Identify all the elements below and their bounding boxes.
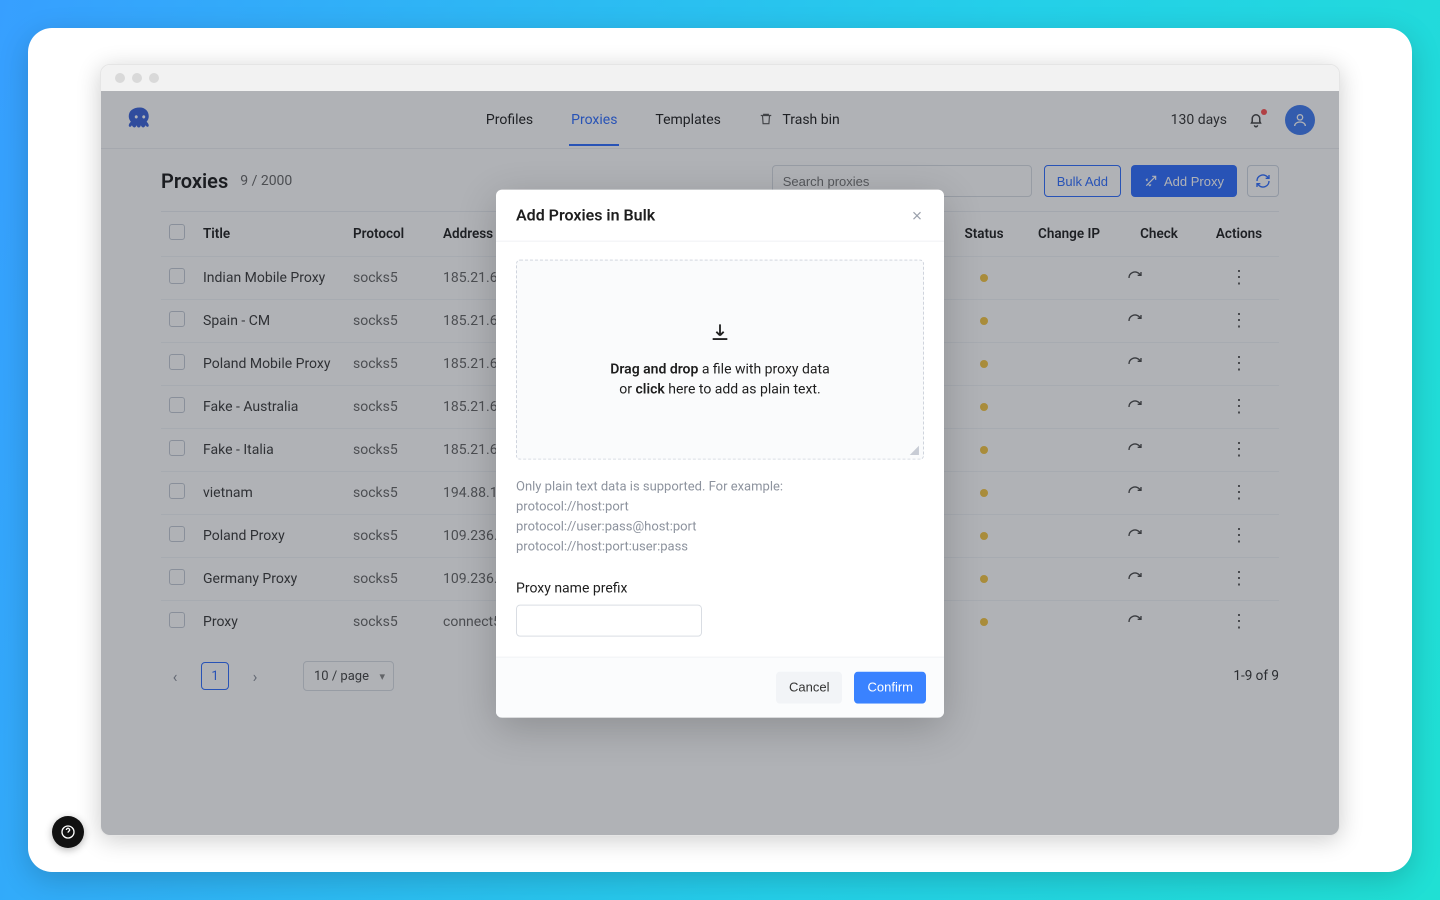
traffic-light-close[interactable]: [115, 73, 125, 83]
app-root: Profiles Proxies Templates Trash bin 130…: [101, 91, 1339, 836]
cancel-button[interactable]: Cancel: [776, 671, 842, 703]
app-window: Profiles Proxies Templates Trash bin 130…: [100, 64, 1340, 836]
confirm-button[interactable]: Confirm: [854, 671, 926, 703]
traffic-light-min[interactable]: [132, 73, 142, 83]
modal-close-button[interactable]: [910, 208, 924, 222]
prefix-label: Proxy name prefix: [516, 580, 924, 596]
dropzone[interactable]: Drag and drop a file with proxy data or …: [516, 260, 924, 460]
window-titlebar: [101, 65, 1339, 91]
prefix-input[interactable]: [516, 604, 702, 636]
device-frame: Profiles Proxies Templates Trash bin 130…: [28, 28, 1412, 872]
download-icon: [709, 322, 731, 344]
modal-body: Drag and drop a file with proxy data or …: [496, 242, 944, 657]
help-text: Only plain text data is supported. For e…: [516, 478, 924, 559]
traffic-light-max[interactable]: [149, 73, 159, 83]
dropzone-line2: or click here to add as plain text.: [619, 382, 820, 398]
bulk-add-modal: Add Proxies in Bulk Drag and drop a file…: [496, 190, 944, 718]
modal-header: Add Proxies in Bulk: [496, 190, 944, 242]
dropzone-line1: Drag and drop a file with proxy data: [610, 362, 829, 378]
help-fab[interactable]: [52, 816, 84, 848]
modal-footer: Cancel Confirm: [496, 656, 944, 717]
resize-handle-icon: ◢: [910, 443, 919, 457]
modal-title: Add Proxies in Bulk: [516, 206, 655, 225]
